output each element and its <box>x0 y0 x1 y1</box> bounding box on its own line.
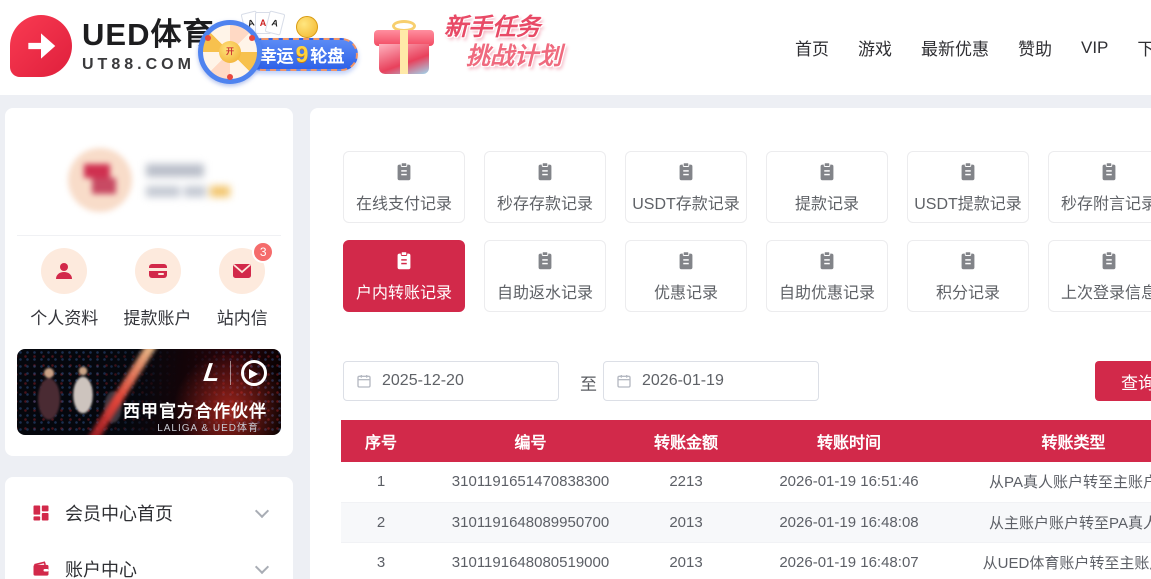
cell-amount: 2013 <box>640 542 732 579</box>
chevron-down-icon <box>255 504 269 518</box>
col-header-time: 转账时间 <box>732 420 966 462</box>
calendar-icon <box>356 373 372 389</box>
shortcut-withdraw-account[interactable]: 提款账户 <box>124 248 192 329</box>
sidebar-item-member-center-home[interactable]: 会员中心首页 <box>5 485 293 541</box>
cell-type: 从PA真人账户转至主账户 <box>966 462 1151 502</box>
table-header-row: 序号 编号 转账金额 转账时间 转账类型 <box>341 420 1151 462</box>
cell-amount: 2213 <box>640 462 732 502</box>
tab-self-promotion-records[interactable]: 自助优惠记录 <box>766 240 888 312</box>
bank-card-icon <box>146 259 170 283</box>
date-to-input[interactable]: 2026-01-19 <box>603 361 819 401</box>
roulette-wheel-icon: 开 <box>198 20 262 84</box>
date-from-input[interactable]: 2025-12-20 <box>343 361 559 401</box>
cell-number: 3101191648080519000 <box>421 542 640 579</box>
date-from-value: 2025-12-20 <box>382 372 464 390</box>
cell-time: 2026-01-19 16:48:08 <box>732 502 966 542</box>
laliga-partner-banner[interactable]: L 西甲官方合作伙伴 LALIGA & UED体育 <box>17 349 281 435</box>
wallet-icon <box>31 559 51 579</box>
col-header-type: 转账类型 <box>966 420 1151 462</box>
transfer-records-table: 序号 编号 转账金额 转账时间 转账类型 1 31011916514708383… <box>341 420 1151 579</box>
nav-item-vip[interactable]: VIP <box>1081 38 1108 58</box>
cell-number: 3101191648089950700 <box>421 502 640 542</box>
table-row: 3 3101191648080519000 2013 2026-01-19 16… <box>341 542 1151 579</box>
ued-logo-icon <box>241 360 267 386</box>
cell-index: 2 <box>341 502 421 542</box>
promo-gift-text: 新手任务 挑战计划 <box>444 14 562 72</box>
arrow-right-icon <box>22 27 60 65</box>
col-header-number: 编号 <box>421 420 640 462</box>
tab-points-records[interactable]: 积分记录 <box>907 240 1029 312</box>
calendar-icon <box>616 373 632 389</box>
cell-type: 从主账户账户转至PA真人 <box>966 502 1151 542</box>
brand-logo[interactable]: UED体育 UT88.COM <box>10 15 214 77</box>
promo-newbie-task[interactable]: 新手任务 挑战计划 <box>372 8 567 88</box>
cell-type: 从UED体育账户转至主账户 <box>966 542 1151 579</box>
promo-lucky-roulette[interactable]: AAA 开 幸运9轮盘 <box>198 8 363 86</box>
tab-promotion-records[interactable]: 优惠记录 <box>625 240 747 312</box>
records-panel: 在线支付记录 秒存存款记录 USDT存款记录 提款记录 USDT提款记录 秒存附… <box>310 108 1151 579</box>
cell-amount: 2013 <box>640 502 732 542</box>
dashboard-grid-icon <box>31 503 51 523</box>
record-type-tabs: 在线支付记录 秒存存款记录 USDT存款记录 提款记录 USDT提款记录 秒存附… <box>343 151 1151 312</box>
avatar[interactable] <box>68 148 132 212</box>
username-redacted <box>146 164 230 197</box>
gift-box-icon <box>372 18 436 78</box>
laliga-ued-logos: L <box>204 357 267 388</box>
brand-domain: UT88.COM <box>82 56 214 74</box>
cell-number: 3101191651470838300 <box>421 462 640 502</box>
shortcut-site-mail[interactable]: 3 站内信 <box>217 248 268 329</box>
tab-usdt-deposit-records[interactable]: USDT存款记录 <box>625 151 747 223</box>
col-header-index: 序号 <box>341 420 421 462</box>
table-row: 1 3101191651470838300 2213 2026-01-19 16… <box>341 462 1151 502</box>
top-header: UED体育 UT88.COM AAA 开 幸运9轮盘 新手任务 挑战计划 <box>0 0 1151 95</box>
brand-name: UED体育 <box>82 19 214 50</box>
players-image <box>25 355 145 435</box>
date-filter-row: 2025-12-20 至 2026-01-19 查询 <box>343 361 1151 401</box>
mail-icon <box>230 259 254 283</box>
tab-withdrawal-records[interactable]: 提款记录 <box>766 151 888 223</box>
brand-text: UED体育 UT88.COM <box>82 19 214 74</box>
brand-logo-icon <box>10 15 72 77</box>
main-nav: 首页 游戏 最新优惠 赞助 VIP 下 <box>795 0 1151 95</box>
banner-subtitle: LALIGA & UED体育 <box>157 419 259 434</box>
tab-self-rebate-records[interactable]: 自助返水记录 <box>484 240 606 312</box>
search-button[interactable]: 查询 <box>1095 361 1151 401</box>
date-to-value: 2026-01-19 <box>642 372 724 390</box>
user-summary <box>5 148 293 212</box>
tab-usdt-withdrawal-records[interactable]: USDT提款记录 <box>907 151 1029 223</box>
laliga-logo-icon: L <box>202 357 222 388</box>
tab-instant-deposit-records[interactable]: 秒存存款记录 <box>484 151 606 223</box>
tab-internal-transfer-records[interactable]: 户内转账记录 <box>343 240 465 312</box>
col-header-amount: 转账金额 <box>640 420 732 462</box>
shortcut-personal-profile[interactable]: 个人资料 <box>30 248 98 329</box>
user-icon <box>52 259 76 283</box>
nav-item-download[interactable]: 下 <box>1137 35 1151 60</box>
profile-shortcuts: 个人资料 提款账户 3 站内信 <box>5 248 293 329</box>
cell-time: 2026-01-19 16:48:07 <box>732 542 966 579</box>
sidebar-item-account-center[interactable]: 账户中心 <box>5 541 293 579</box>
divider <box>17 235 281 236</box>
nav-item-home[interactable]: 首页 <box>795 35 829 60</box>
promo-roulette-label: 幸运9轮盘 <box>246 38 358 71</box>
cell-index: 3 <box>341 542 421 579</box>
nav-item-games[interactable]: 游戏 <box>858 35 892 60</box>
tab-last-login-info[interactable]: 上次登录信息 <box>1048 240 1151 312</box>
coin-icon <box>296 16 318 38</box>
tab-instant-deposit-memo-records[interactable]: 秒存附言记录 <box>1048 151 1151 223</box>
cell-index: 1 <box>341 462 421 502</box>
chevron-down-icon <box>255 560 269 574</box>
cell-time: 2026-01-19 16:51:46 <box>732 462 966 502</box>
nav-item-sponsor[interactable]: 赞助 <box>1018 35 1052 60</box>
date-range-separator: 至 <box>580 370 597 395</box>
table-row: 2 3101191648089950700 2013 2026-01-19 16… <box>341 502 1151 542</box>
sidebar-profile-card: 个人资料 提款账户 3 站内信 <box>5 108 293 456</box>
sidebar-menu-card: 会员中心首页 账户中心 <box>5 477 293 579</box>
mail-unread-badge: 3 <box>252 241 274 263</box>
nav-item-promotions[interactable]: 最新优惠 <box>921 35 989 60</box>
tab-online-payment-records[interactable]: 在线支付记录 <box>343 151 465 223</box>
